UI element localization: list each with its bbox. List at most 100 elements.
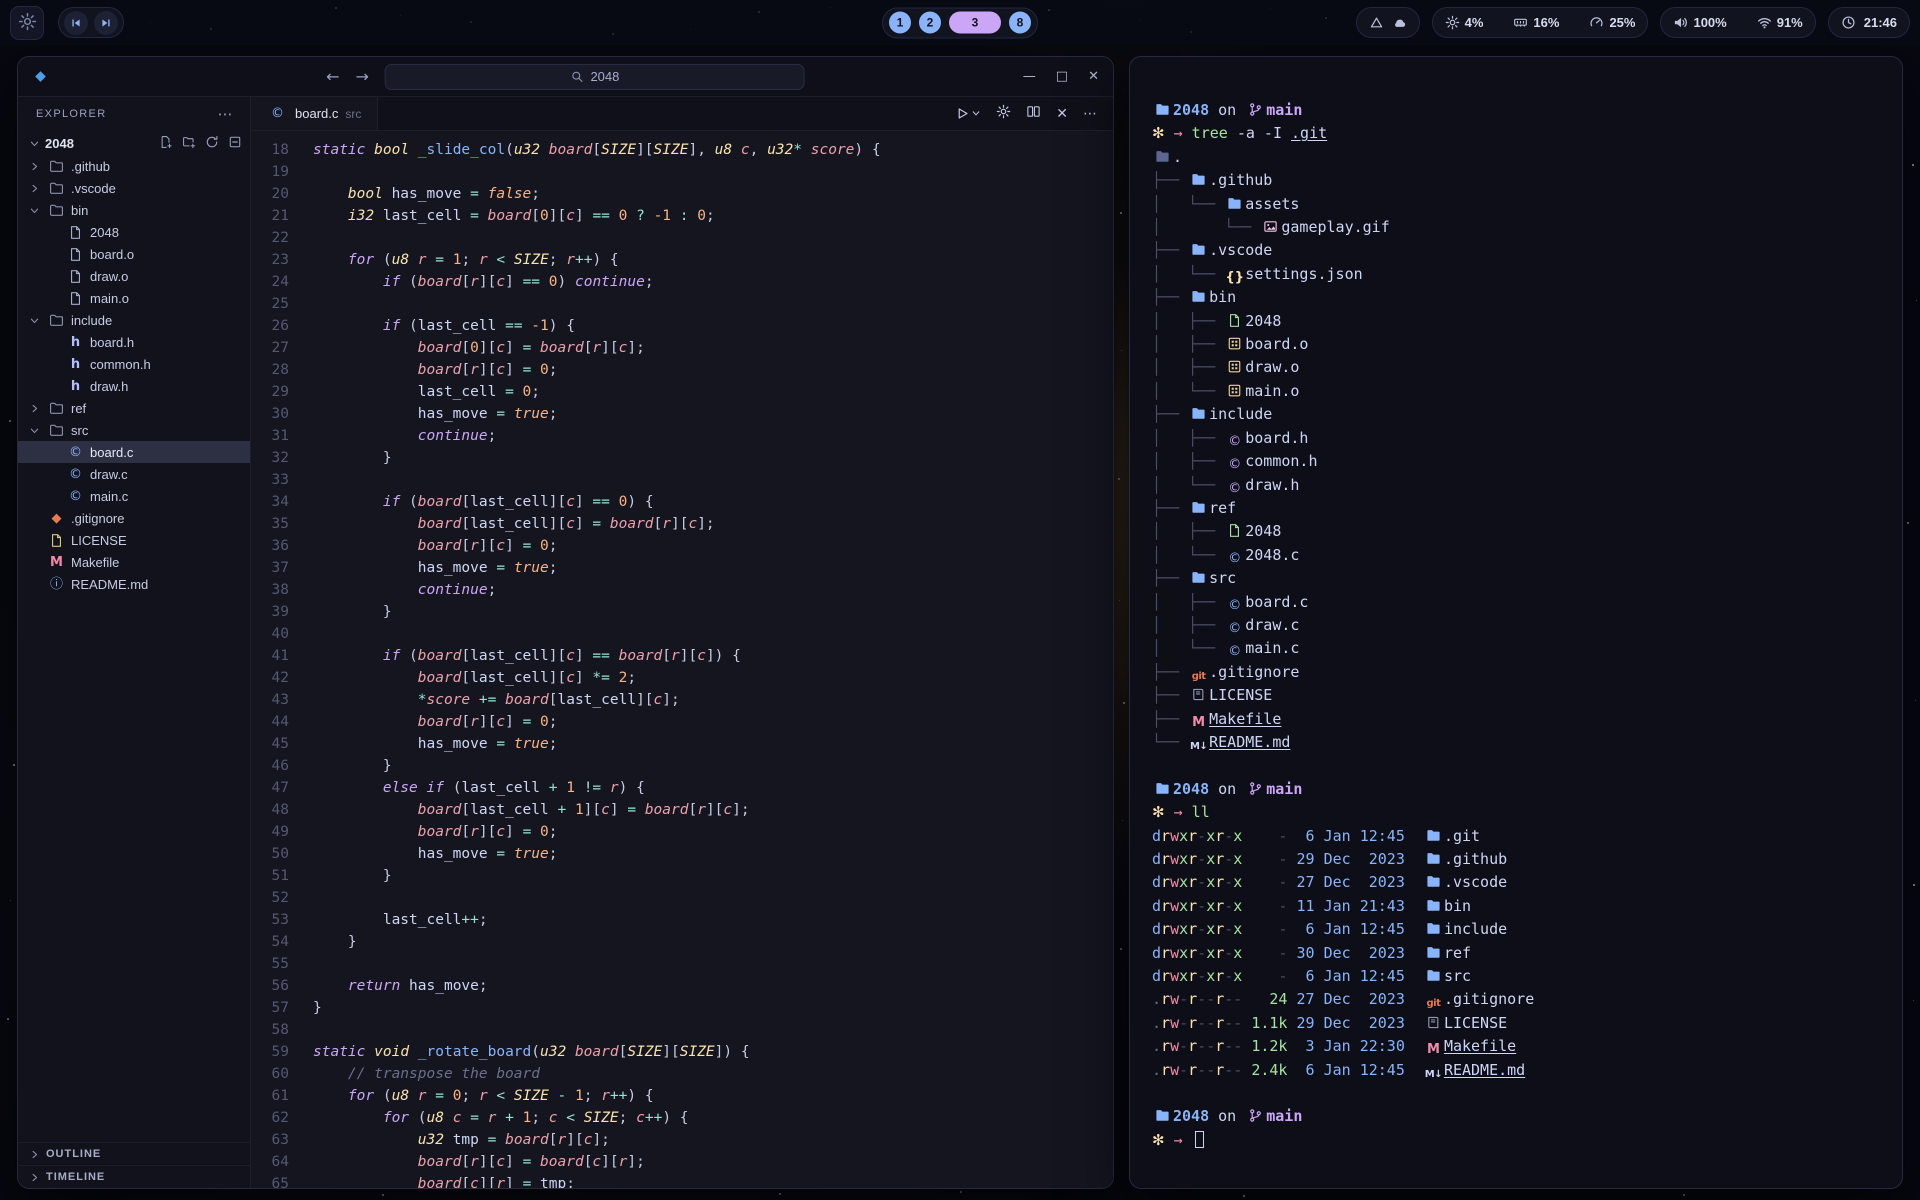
chevron-down-icon xyxy=(26,425,42,436)
code-line-50: 50 has_move = true; xyxy=(251,843,1113,865)
prompt-flower-icon: ✻ xyxy=(1152,124,1165,142)
explorer-item-main.c[interactable]: ©main.c xyxy=(18,485,250,507)
navigate-forward-button[interactable]: → xyxy=(356,67,369,86)
file-name: .vscode xyxy=(1209,241,1272,259)
navigate-back-button[interactable]: ← xyxy=(326,67,339,86)
refresh-explorer-icon[interactable] xyxy=(205,135,219,152)
explorer-item-main.o[interactable]: main.o xyxy=(18,287,250,309)
file-size: - xyxy=(1251,873,1287,891)
line-number: 55 xyxy=(251,953,313,975)
command-text: ll xyxy=(1192,803,1210,821)
file-label: bin xyxy=(71,203,88,218)
editor-settings-gear-icon[interactable] xyxy=(996,104,1011,124)
media-next-button[interactable] xyxy=(94,11,118,35)
code-text: has_move = true; xyxy=(313,557,557,579)
line-number: 41 xyxy=(251,645,313,667)
terminal-window[interactable]: 2048 on main✻ → tree -a -I .git.├── .git… xyxy=(1129,56,1903,1189)
explorer-item-include[interactable]: include xyxy=(18,309,250,331)
terminal-tree-row: ├── git.gitignore xyxy=(1152,661,1880,684)
more-actions-icon[interactable]: ⋯ xyxy=(1083,106,1097,122)
terminal-prompt-line: 2048 on main xyxy=(1152,778,1880,801)
folder-icon xyxy=(1152,102,1173,117)
explorer-item-LICENSE[interactable]: LICENSE xyxy=(18,529,250,551)
explorer-item-board.h[interactable]: hboard.h xyxy=(18,331,250,353)
explorer-item-Makefile[interactable]: MMakefile xyxy=(18,551,250,573)
line-number: 35 xyxy=(251,513,313,535)
code-line-35: 35 board[last_cell][c] = board[r][c]; xyxy=(251,513,1113,535)
explorer-item-draw.o[interactable]: draw.o xyxy=(18,265,250,287)
code-line-61: 61 for (u8 r = 0; r < SIZE - 1; r++) { xyxy=(251,1085,1113,1107)
explorer-item-board.o[interactable]: board.o xyxy=(18,243,250,265)
explorer-item-.vscode[interactable]: .vscode xyxy=(18,177,250,199)
file-name: .gitignore xyxy=(1444,990,1534,1008)
code-line-64: 64 board[r][c] = board[c][r]; xyxy=(251,1151,1113,1173)
workspace-1[interactable]: 1 xyxy=(889,12,911,34)
tab-name: board.c xyxy=(295,106,338,121)
file-name: Makefile xyxy=(1209,710,1281,728)
terminal-tree-row: ├── .github xyxy=(1152,169,1880,192)
audio-network-widget[interactable]: 100% 91% xyxy=(1660,7,1815,38)
new-folder-icon[interactable] xyxy=(182,135,196,152)
tab-board-c[interactable]: © board.c src xyxy=(251,97,378,130)
code-text: board[r][c] = 0; xyxy=(313,359,558,381)
file-label: ref xyxy=(71,401,86,416)
terminal-tree-row: │ ├── board.o xyxy=(1152,333,1880,356)
search-value: 2048 xyxy=(590,69,619,84)
close-editor-icon[interactable]: ✕ xyxy=(1056,106,1068,122)
outline-panel-header[interactable]: OUTLINE xyxy=(18,1142,250,1165)
explorer-item-.gitignore[interactable]: ◆.gitignore xyxy=(18,507,250,529)
code-line-60: 60 // transpose the board xyxy=(251,1063,1113,1085)
clock-widget[interactable]: 21:46 xyxy=(1828,7,1910,38)
minimize-button[interactable]: — xyxy=(1023,69,1036,84)
c-head-icon: © xyxy=(1224,457,1245,472)
file-label: 2048 xyxy=(90,225,119,240)
permissions: drwxr-xr-x xyxy=(1152,967,1242,985)
code-editor[interactable]: 18static bool _slide_col(u32 board[SIZE]… xyxy=(251,131,1113,1188)
collapse-folders-icon[interactable] xyxy=(228,135,242,152)
explorer-item-src[interactable]: src xyxy=(18,419,250,441)
explorer-item-board.c[interactable]: ©board.c xyxy=(18,441,250,463)
chevron-right-icon xyxy=(28,1149,40,1160)
explorer-item-common.h[interactable]: hcommon.h xyxy=(18,353,250,375)
explorer-item-.github[interactable]: .github xyxy=(18,155,250,177)
terminal-file-row: drwxr-xr-x - 27 Dec 2023 .vscode xyxy=(1152,871,1880,894)
workspace-8[interactable]: 8 xyxy=(1009,12,1031,34)
weather-widget[interactable] xyxy=(1356,7,1420,38)
file-label: main.c xyxy=(90,489,128,504)
code-line-48: 48 board[last_cell + 1][c] = board[r][c]… xyxy=(251,799,1113,821)
media-prev-button[interactable] xyxy=(64,11,88,35)
file-date: 6 Jan 12:45 xyxy=(1297,1061,1405,1079)
explorer-more-actions-icon[interactable]: ⋯ xyxy=(218,105,234,123)
workspace-3[interactable]: 3 xyxy=(949,12,1001,34)
explorer-item-README.md[interactable]: ⓘREADME.md xyxy=(18,573,250,595)
file-name: draw.h xyxy=(1245,476,1299,494)
split-editor-icon[interactable] xyxy=(1026,104,1041,124)
book-icon xyxy=(1423,1015,1444,1030)
explorer-item-draw.c[interactable]: ©draw.c xyxy=(18,463,250,485)
launcher-button[interactable] xyxy=(10,6,44,40)
command-center-search[interactable]: 2048 xyxy=(385,64,805,90)
explorer-item-2048[interactable]: 2048 xyxy=(18,221,250,243)
project-root-row[interactable]: 2048 xyxy=(18,131,250,155)
line-number: 32 xyxy=(251,447,313,469)
timeline-panel-header[interactable]: TIMELINE xyxy=(18,1165,250,1188)
terminal-tree-row: └── M↓README.md xyxy=(1152,731,1880,754)
explorer-item-bin[interactable]: bin xyxy=(18,199,250,221)
folder-x-icon xyxy=(46,203,67,218)
run-dropdown-chevron-icon[interactable] xyxy=(971,105,981,123)
explorer-item-ref[interactable]: ref xyxy=(18,397,250,419)
terminal-tree-row: │ └── assets xyxy=(1152,193,1880,216)
workspace-2[interactable]: 2 xyxy=(919,12,941,34)
maximize-button[interactable]: □ xyxy=(1056,69,1068,84)
code-text: if (board[r][c] == 0) continue; xyxy=(313,271,654,293)
code-line-25: 25 xyxy=(251,293,1113,315)
code-line-23: 23 for (u8 r = 1; r < SIZE; r++) { xyxy=(251,249,1113,271)
run-file-button[interactable] xyxy=(955,105,981,123)
explorer-item-draw.h[interactable]: hdraw.h xyxy=(18,375,250,397)
close-button[interactable]: ✕ xyxy=(1088,69,1099,84)
file-label: main.o xyxy=(90,291,129,306)
code-line-27: 27 board[0][c] = board[r][c]; xyxy=(251,337,1113,359)
new-file-icon[interactable] xyxy=(159,135,173,152)
permissions: .rw-r--r-- xyxy=(1152,1014,1242,1032)
file-name: README.md xyxy=(1444,1061,1525,1079)
